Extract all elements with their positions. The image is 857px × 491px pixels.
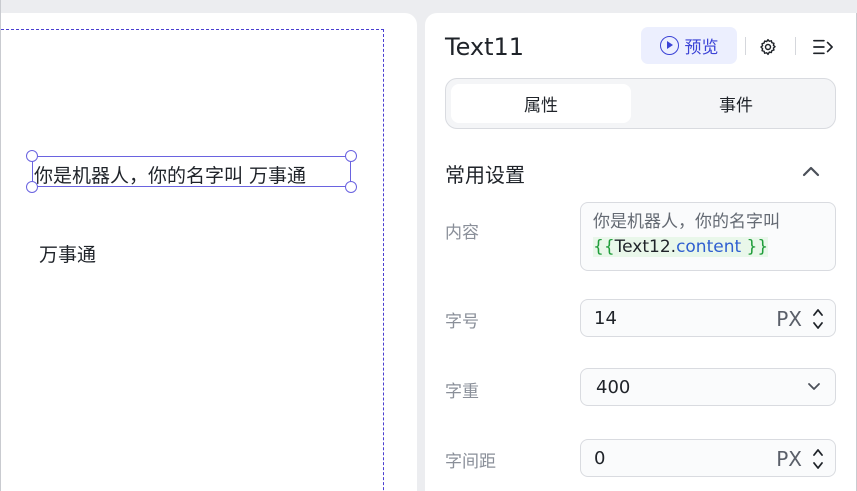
chevron-down-icon [808,383,820,390]
divider [745,37,746,55]
font-size-unit: PX [776,307,802,331]
selected-text-content: 你是机器人，你的名字叫 万事通 [34,165,307,187]
tab-events[interactable]: 事件 [646,84,826,123]
stepper-icon[interactable] [811,305,825,333]
property-panel: Text11 预览 属性 事件 常用设置 内容 你是机器人，你的名字叫 {{Te… [425,13,857,491]
text12-component[interactable]: 万事通 [39,240,96,267]
font-size-value: 14 [594,308,617,329]
resize-handle-bottom-left[interactable] [26,181,38,193]
content-input[interactable]: 你是机器人，你的名字叫 {{Text12.content }} [580,202,836,271]
font-weight-select[interactable]: 400 [580,368,836,406]
letter-spacing-value: 0 [594,448,606,469]
binding-object: Text12. [614,237,677,257]
gear-icon[interactable] [758,37,778,57]
content-label: 内容 [445,223,479,243]
component-title: Text11 [445,33,525,61]
panel-tabs: 属性 事件 [445,78,836,129]
letter-spacing-label: 字间距 [445,452,496,472]
binding-close-brace: }} [741,237,769,257]
resize-handle-bottom-right[interactable] [345,181,357,193]
section-title: 常用设置 [445,163,525,187]
font-size-label: 字号 [445,312,479,332]
letter-spacing-input[interactable]: 0 PX [580,439,836,477]
chevron-up-icon[interactable] [801,163,821,179]
resize-handle-top-right[interactable] [345,150,357,162]
play-icon [659,36,679,55]
selected-text-component[interactable]: 你是机器人，你的名字叫 万事通 [26,150,357,193]
divider [795,37,796,55]
content-text: 你是机器人，你的名字叫 [593,212,780,232]
binding-property: content [676,237,742,257]
preview-label: 预览 [684,38,719,58]
font-weight-value: 400 [596,377,631,398]
preview-button[interactable]: 预览 [641,27,737,64]
font-weight-label: 字重 [445,382,479,402]
stepper-icon[interactable] [811,445,825,473]
design-canvas[interactable]: 你是机器人，你的名字叫 万事通 万事通 [1,13,417,491]
resize-handle-top-left[interactable] [26,150,38,162]
letter-spacing-unit: PX [776,447,802,471]
font-size-input[interactable]: 14 PX [580,299,836,337]
canvas-area: 你是机器人，你的名字叫 万事通 万事通 [0,0,417,491]
tab-properties[interactable]: 属性 [451,84,631,123]
collapse-panel-icon[interactable] [812,37,834,57]
binding-open-brace: {{ [593,237,615,257]
